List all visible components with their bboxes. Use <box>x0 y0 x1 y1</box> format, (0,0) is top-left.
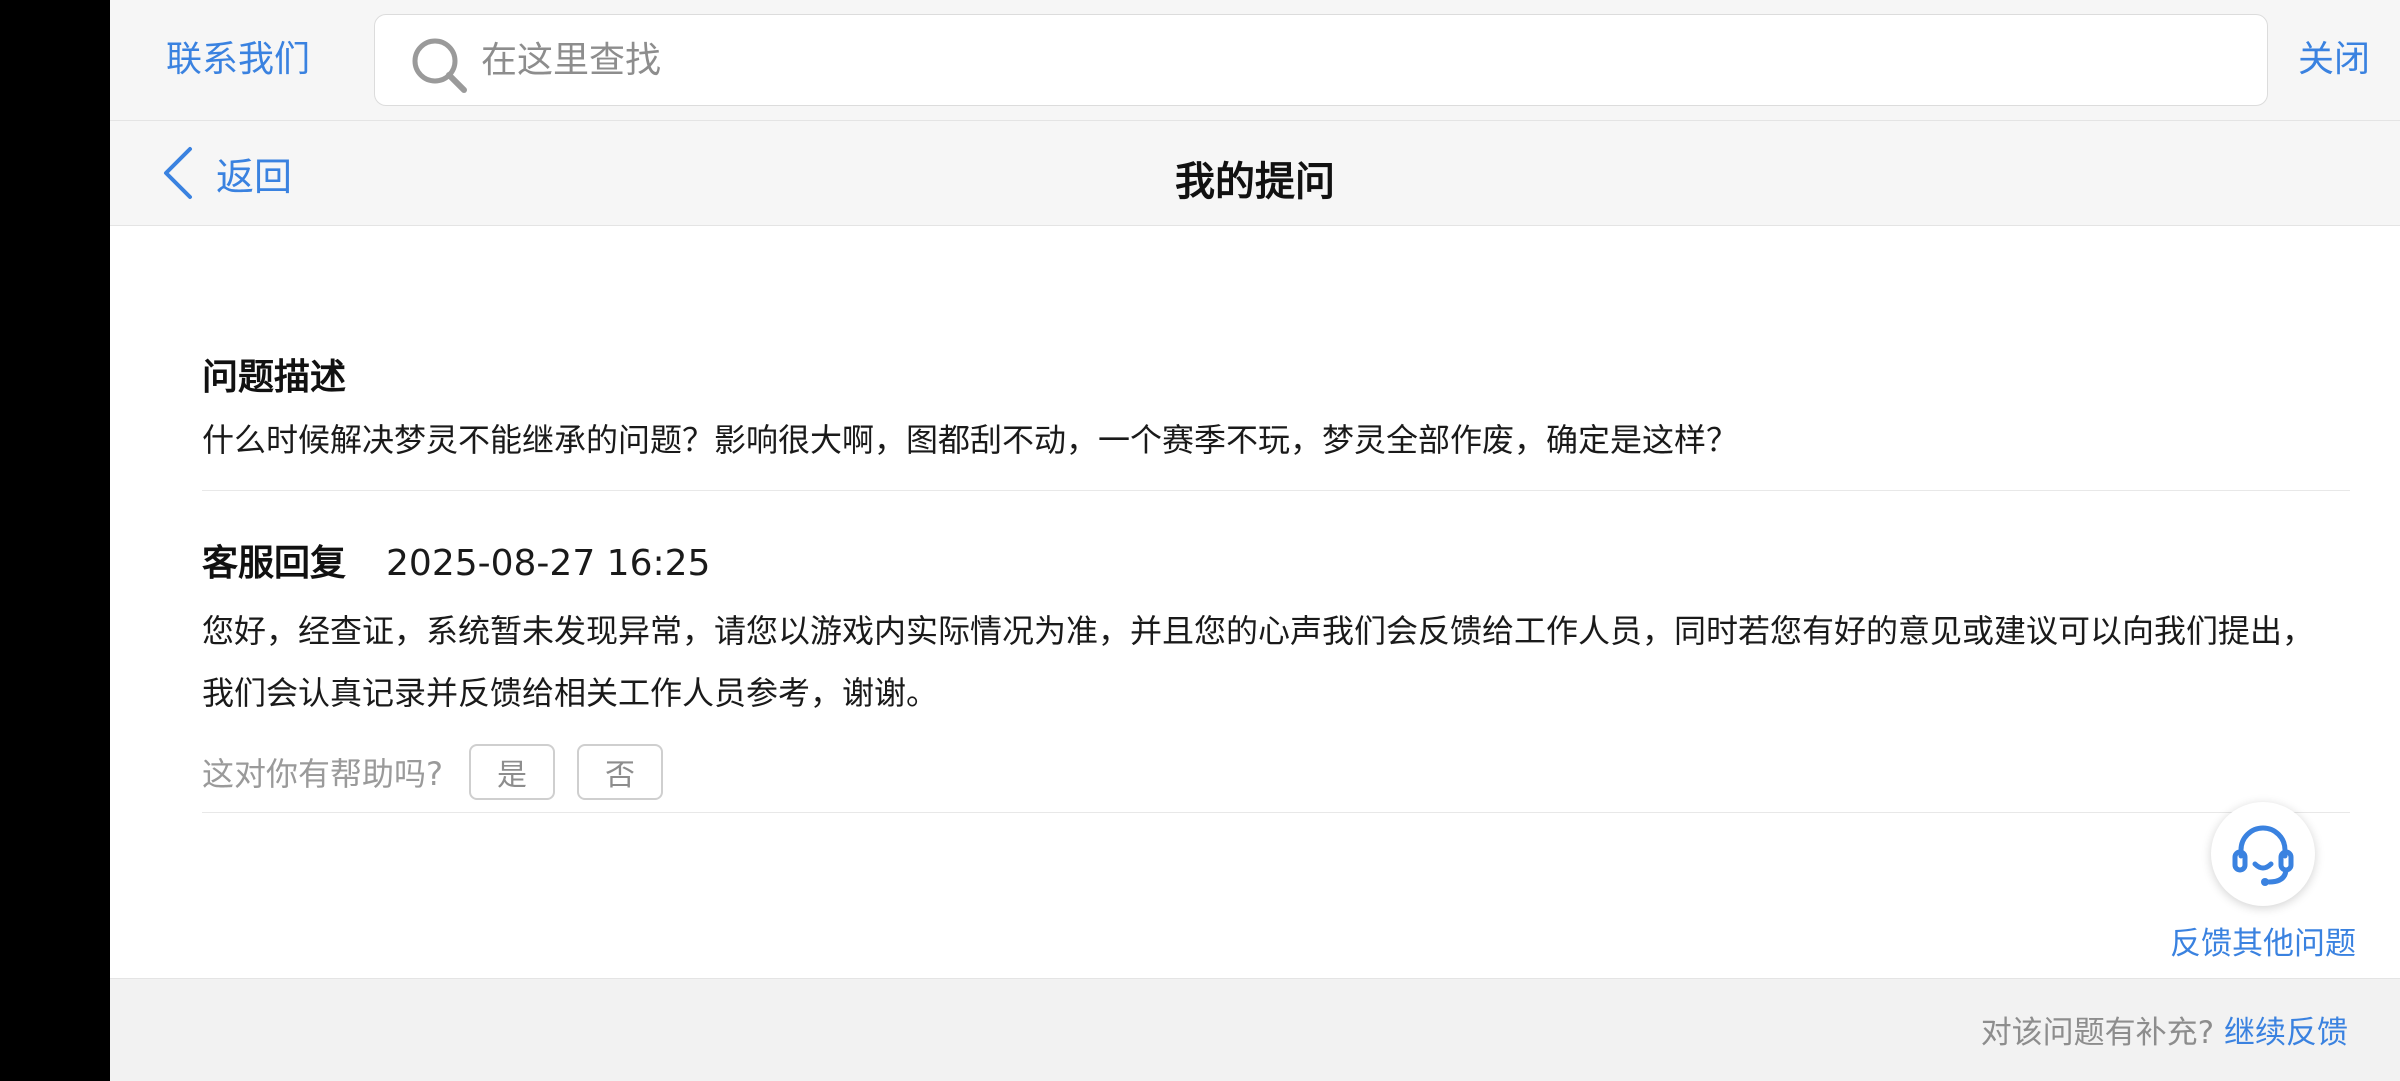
reply-header: 客服回复 2025-08-27 16:25 <box>202 534 2350 586</box>
nav-bar: 返回 我的提问 <box>110 121 2400 226</box>
no-button[interactable]: 否 <box>577 744 663 800</box>
close-button[interactable]: 关闭 <box>2298 36 2370 84</box>
bottom-prompt: 对该问题有补充? 继续反馈 <box>1981 1007 2348 1052</box>
feedback-page: 联系我们 关闭 返回 我的提问 问题描述 什么时候解决梦灵不能继承的问题？影响很… <box>110 0 2400 1081</box>
reply-heading: 客服回复 <box>202 543 347 584</box>
helpful-label: 这对你有帮助吗? <box>202 755 443 793</box>
continue-feedback-link[interactable]: 继续反馈 <box>2224 1015 2348 1051</box>
yes-button[interactable]: 是 <box>469 744 555 800</box>
search-input[interactable] <box>481 31 2241 89</box>
supplement-prompt: 对该问题有补充? <box>1980 1015 2215 1051</box>
bottom-bar: 对该问题有补充? 继续反馈 <box>110 978 2400 1081</box>
feedback-other-label: 反馈其他问题 <box>2170 926 2356 962</box>
question-section: 问题描述 什么时候解决梦灵不能继承的问题？影响很大啊，图都刮不动，一个赛季不玩，… <box>202 348 2350 464</box>
contact-us-link[interactable]: 联系我们 <box>166 36 310 84</box>
page-title: 我的提问 <box>1175 159 1335 205</box>
search-box[interactable] <box>374 14 2268 106</box>
search-bar: 联系我们 关闭 <box>110 0 2400 121</box>
headset-button[interactable] <box>2211 802 2315 906</box>
feedback-other-button[interactable]: 反馈其他问题 <box>2158 802 2368 963</box>
divider <box>202 490 2350 491</box>
helpful-prompt: 这对你有帮助吗? 是 否 <box>202 744 2350 800</box>
divider <box>202 812 2350 813</box>
reply-timestamp: 2025-08-27 16:25 <box>386 543 711 584</box>
headset-icon <box>2232 825 2294 886</box>
search-icon <box>412 38 467 93</box>
question-heading: 问题描述 <box>202 357 347 398</box>
reply-section: 客服回复 2025-08-27 16:25 您好，经查证，系统暂未发现异常，请您… <box>202 534 2350 800</box>
question-text: 什么时候解决梦灵不能继承的问题？影响很大啊，图都刮不动，一个赛季不玩，梦灵全部作… <box>202 421 1739 459</box>
reply-text: 您好，经查证，系统暂未发现异常，请您以游戏内实际情况为准，并且您的心声我们会反馈… <box>202 612 2315 712</box>
